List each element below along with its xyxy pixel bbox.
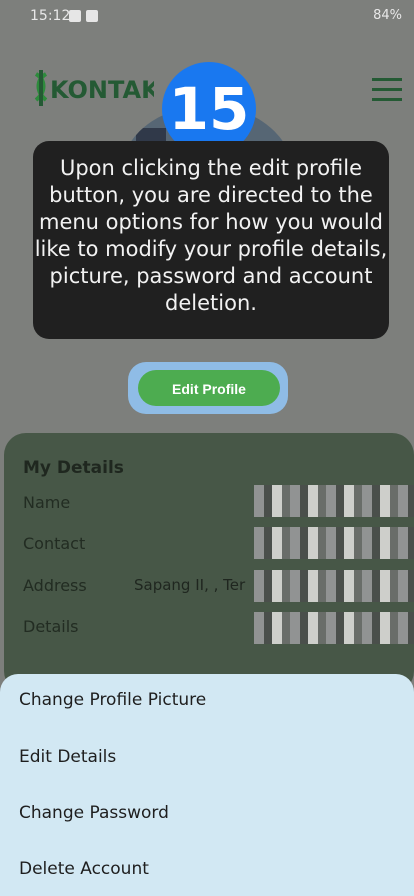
home-icon [69,10,81,22]
address-label: Address [23,576,87,595]
app-screen: 15:12 84% KONTAK 15 Upon clicking the ed… [0,0,414,896]
hamburger-menu-icon[interactable] [372,78,402,101]
edit-profile-button[interactable]: Edit Profile [138,370,280,406]
address-value-redacted [254,570,414,602]
profile-options-sheet: Change Profile Picture Edit Details Chan… [0,674,414,896]
status-time: 15:12 [30,8,71,24]
my-details-title: My Details [23,458,124,478]
image-icon [86,10,98,22]
address-value: Sapang II, , Ter [134,576,246,594]
contact-label: Contact [23,534,86,553]
change-password-option[interactable]: Change Password [19,803,169,823]
contact-value-redacted [254,527,414,559]
tutorial-message: Upon clicking the edit profile button, y… [33,141,389,339]
edit-details-option[interactable]: Edit Details [19,747,116,767]
details-label: Details [23,617,79,636]
name-value-redacted [254,485,414,517]
delete-account-option[interactable]: Delete Account [19,859,149,879]
details-value-redacted [254,612,414,644]
battery-percent: 84% [373,8,402,23]
notification-icons [69,10,109,24]
logo-text: KONTAK [50,76,154,104]
name-label: Name [23,493,71,512]
kontak-logo: KONTAK [34,70,154,106]
change-profile-picture-option[interactable]: Change Profile Picture [19,690,206,710]
status-bar: 15:12 84% [0,0,414,34]
